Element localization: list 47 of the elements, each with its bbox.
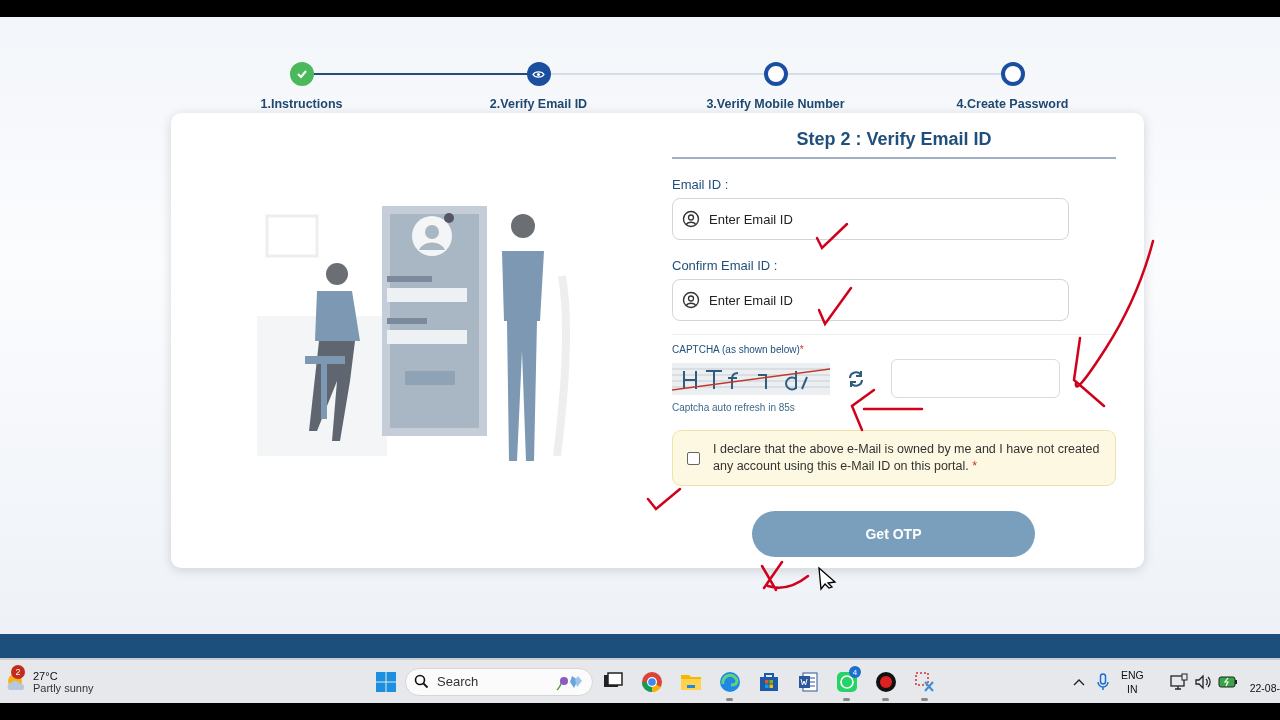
chrome-browser-icon[interactable] <box>639 669 664 694</box>
microphone-icon[interactable] <box>1096 672 1109 691</box>
network-monitor-icon[interactable] <box>1169 672 1188 691</box>
edge-browser-icon[interactable] <box>717 669 742 694</box>
clock-date-text[interactable]: 22-08- <box>1249 681 1280 694</box>
user-icon <box>682 210 700 228</box>
field-label: Email ID : <box>672 177 730 192</box>
handwritten-tick-drawing <box>815 222 849 252</box>
step-label: 3.Verify Mobile Number <box>706 97 845 111</box>
handwritten-tick-drawing <box>817 286 853 326</box>
declaration-checkbox[interactable] <box>687 451 700 465</box>
step-label: 1.Instructions <box>260 97 343 111</box>
record-icon[interactable] <box>873 669 898 694</box>
running-indicator <box>882 698 889 701</box>
running-indicator <box>843 698 850 701</box>
refresh-icon[interactable] <box>847 369 865 388</box>
captcha-label: CAPTCHA (as shown below)* <box>672 344 805 355</box>
chevron-up-icon[interactable] <box>1072 677 1085 686</box>
taskbar-search-field[interactable]: Search <box>405 667 593 696</box>
running-indicator <box>921 698 928 701</box>
step-label: 2.Verify Email ID <box>489 97 588 111</box>
step-indicator <box>763 62 788 86</box>
step-label: 4.Create Password <box>956 97 1069 111</box>
check-icon <box>295 68 308 80</box>
search-icon <box>414 674 429 689</box>
speaker-icon[interactable] <box>1193 673 1212 690</box>
chat-app-icon[interactable] <box>834 669 859 694</box>
weather-condition-text: Partly sunny <box>33 681 94 694</box>
input-language-indicator[interactable]: ENG IN <box>1120 667 1144 696</box>
captcha-input-field[interactable] <box>891 359 1060 398</box>
battery-charging-icon[interactable] <box>1217 675 1238 688</box>
form-title: Step 2 : Verify Email ID <box>672 129 1116 159</box>
snipping-scissors-icon[interactable] <box>912 669 937 694</box>
windows-start-icon[interactable] <box>375 670 397 693</box>
email-input-field[interactable]: Enter Email ID <box>672 279 1069 321</box>
eye-icon <box>532 69 545 79</box>
captcha-refresh-note: Captcha auto refresh in 85s <box>672 402 796 413</box>
notification-badge: 2 <box>11 664 25 679</box>
field-label: Confirm Email ID : <box>672 258 779 273</box>
declaration-text: I declare that the above e-Mail is owned by me and I have not created any account using this e-Mail ID on this portal. * <box>713 441 1101 475</box>
notification-badge: 4 <box>849 666 861 678</box>
step-indicator <box>1000 62 1025 86</box>
running-indicator <box>726 698 733 701</box>
temperature-text: 27°C <box>33 669 59 682</box>
email-input-field[interactable]: Enter Email ID <box>672 198 1069 240</box>
handwritten-tick-drawing <box>646 487 682 511</box>
user-icon <box>682 291 700 309</box>
